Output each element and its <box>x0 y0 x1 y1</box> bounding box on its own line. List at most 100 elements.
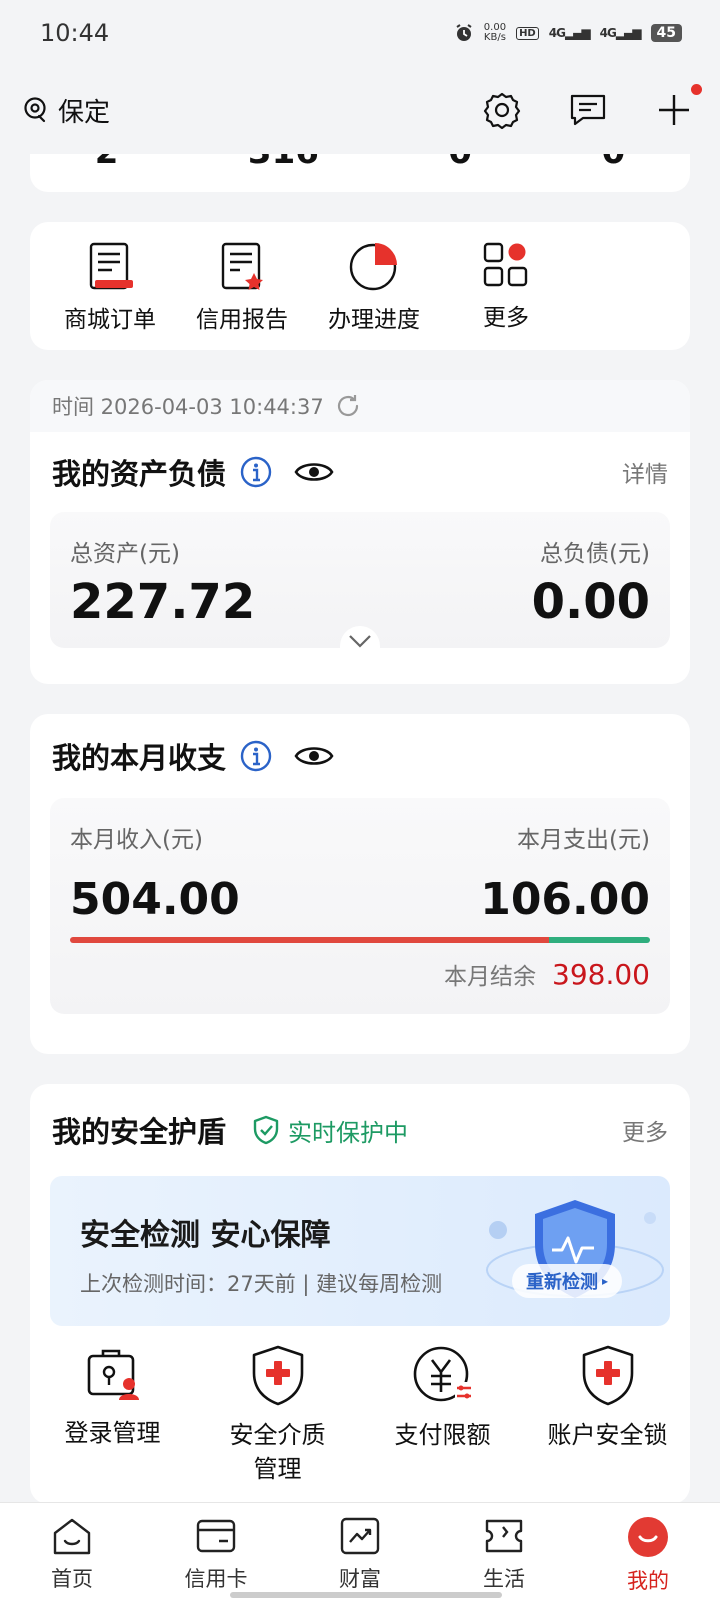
alarm-icon <box>456 24 472 41</box>
quick-actions-card: 商城订单 信用报告 办理进度 更多 <box>30 222 690 350</box>
total-liabilities-label: 总负债(元) <box>540 541 650 567</box>
message-icon <box>570 94 606 126</box>
credit-card-icon <box>196 1519 236 1553</box>
total-assets-value: 227.72 <box>70 574 256 630</box>
income-bar-segment <box>70 937 550 943</box>
payment-limit-icon <box>413 1346 473 1402</box>
quick-label: 商城订单 <box>64 307 156 333</box>
quick-label: 办理进度 <box>328 307 420 333</box>
bottom-navigation: 首页 信用卡 财富 生活 我的 <box>0 1502 720 1600</box>
shield-illustration-icon <box>486 1200 664 1298</box>
eye-icon[interactable] <box>294 742 334 770</box>
assets-summary-box[interactable]: 总资产(元) 总负债(元) 227.72 0.00 <box>50 512 670 656</box>
expand-toggle[interactable] <box>340 626 380 656</box>
monthly-income-expense-card: 我的本月收支 本月收入(元) 本月支出(元) 504.00 106.00 本月结… <box>30 714 690 1054</box>
protection-status: 实时保护中 <box>252 1113 408 1148</box>
notification-dot <box>691 84 702 95</box>
balance-label: 本月结余 <box>444 964 537 990</box>
location-icon <box>24 97 46 123</box>
progress-icon <box>349 243 397 291</box>
location-label: 保定 <box>58 97 111 128</box>
hd-badge: HD <box>516 26 539 40</box>
status-icons: 0.00 KB/s HD 4G▂▄▆ 4G▂▄▆ 45 <box>454 23 682 43</box>
signal-sim1: 4G▂▄▆ <box>548 26 591 40</box>
nav-wealth[interactable]: 财富 <box>288 1503 432 1600</box>
security-medium-icon <box>252 1345 303 1406</box>
account-lock-icon <box>582 1345 633 1406</box>
update-time-label: 时间 2026-04-03 10:44:37 <box>52 395 324 419</box>
nav-label: 生活 <box>483 1567 525 1591</box>
security-item-medium[interactable]: 安全介质 管理 <box>195 1344 360 1486</box>
quick-progress[interactable]: 办理进度 <box>308 222 440 350</box>
security-shield-card: 我的安全护盾 实时保护中 更多 安全检测 安心保障 上次检测时间：27天前 | … <box>30 1084 690 1504</box>
monthly-summary-box[interactable]: 本月收入(元) 本月支出(元) 504.00 106.00 本月结余 398.0… <box>50 798 670 1014</box>
wealth-icon <box>340 1517 380 1555</box>
total-liabilities-value: 0.00 <box>531 574 650 630</box>
profile-icon <box>628 1517 668 1557</box>
assets-detail-link[interactable]: 详情 <box>622 455 668 489</box>
security-item-account-lock[interactable]: 账户安全锁 <box>525 1344 690 1486</box>
nav-label: 首页 <box>51 1567 93 1591</box>
nav-label: 财富 <box>339 1567 381 1591</box>
protection-status-label: 实时保护中 <box>288 1118 409 1147</box>
add-button[interactable] <box>652 84 702 132</box>
signal-sim2: 4G▂▄▆ <box>599 26 642 40</box>
chevron-down-icon <box>349 635 371 648</box>
security-title: 我的安全护盾 <box>52 1115 227 1149</box>
security-item-payment-limit[interactable]: 支付限额 <box>360 1344 525 1486</box>
settings-button[interactable] <box>480 88 524 132</box>
quick-label: 更多 <box>483 305 529 331</box>
security-item-login[interactable]: 登录管理 <box>30 1344 195 1486</box>
update-time-row: 时间 2026-04-03 10:44:37 <box>30 380 690 432</box>
expense-bar-segment <box>549 937 650 943</box>
sim1-label: 4G <box>548 26 566 40</box>
eye-icon[interactable] <box>294 458 334 486</box>
security-more-link[interactable]: 更多 <box>622 1113 668 1147</box>
home-indicator[interactable] <box>230 1592 502 1598</box>
status-bar: 10:44 0.00 KB/s HD 4G▂▄▆ 4G▂▄▆ 45 <box>0 0 720 66</box>
security-item-label: 安全介质 管理 <box>229 1421 326 1483</box>
gear-icon <box>483 92 521 130</box>
sim2-label: 4G <box>599 26 617 40</box>
quick-more[interactable]: 更多 <box>440 222 572 350</box>
balance-value: 398.00 <box>552 958 650 991</box>
income-label: 本月收入(元) <box>70 827 203 853</box>
nav-life[interactable]: 生活 <box>432 1503 576 1600</box>
refresh-icon[interactable] <box>334 392 362 420</box>
assets-title: 我的资产负债 <box>52 457 227 491</box>
credit-report-icon <box>221 242 263 290</box>
expense-label: 本月支出(元) <box>517 827 650 853</box>
info-icon[interactable] <box>240 740 272 772</box>
info-icon[interactable] <box>240 456 272 488</box>
monthly-title: 我的本月收支 <box>52 741 227 775</box>
more-grid-icon <box>483 242 528 287</box>
login-manage-icon <box>87 1349 139 1400</box>
income-expense-bar <box>70 937 650 943</box>
mall-order-icon <box>89 242 133 290</box>
total-assets-label: 总资产(元) <box>70 541 180 567</box>
assets-liabilities-card: 时间 2026-04-03 10:44:37 我的资产负债 详情 总资产(元) … <box>30 380 690 684</box>
nav-credit-card[interactable]: 信用卡 <box>144 1503 288 1600</box>
security-item-label: 登录管理 <box>64 1419 161 1447</box>
life-icon <box>485 1519 523 1553</box>
chevron-right-icon: ▸ <box>602 1274 609 1288</box>
security-item-label: 账户安全锁 <box>547 1421 668 1449</box>
top-header: 保定 <box>0 66 720 154</box>
nav-label: 我的 <box>627 1569 669 1593</box>
messages-button[interactable] <box>566 88 610 132</box>
security-check-banner[interactable]: 安全检测 安心保障 上次检测时间：27天前 | 建议每周检测 重新检测 ▸ <box>50 1176 670 1326</box>
battery-indicator: 45 <box>650 24 682 42</box>
location-selector[interactable]: 保定 <box>22 92 110 129</box>
nav-home[interactable]: 首页 <box>0 1503 144 1600</box>
quick-credit-report[interactable]: 信用报告 <box>176 222 308 350</box>
quick-mall-order[interactable]: 商城订单 <box>44 222 176 350</box>
security-item-label: 支付限额 <box>394 1421 491 1449</box>
recheck-button[interactable]: 重新检测 ▸ <box>512 1264 623 1298</box>
nav-label: 信用卡 <box>184 1567 248 1591</box>
home-icon <box>53 1518 91 1555</box>
income-value: 504.00 <box>70 874 240 925</box>
nav-profile[interactable]: 我的 <box>576 1503 720 1600</box>
recheck-label: 重新检测 <box>526 1272 598 1293</box>
shield-check-icon <box>253 1115 279 1145</box>
quick-label: 信用报告 <box>196 307 288 333</box>
